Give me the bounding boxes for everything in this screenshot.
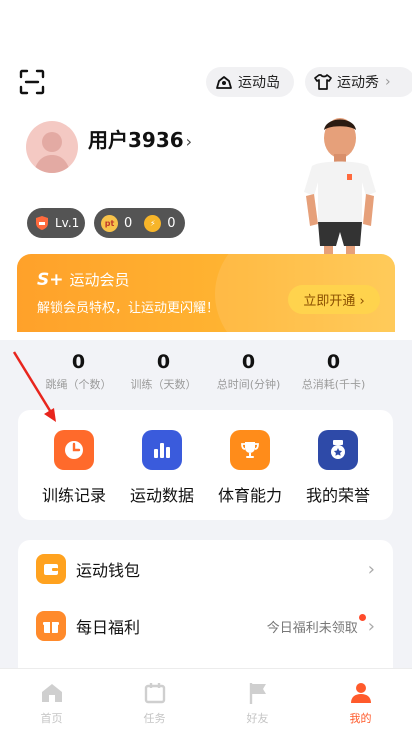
trophy-icon (230, 430, 270, 470)
tool-sport-data[interactable]: 运动数据 (118, 410, 206, 520)
stat-training-days[interactable]: 0 训练（天数） (121, 350, 206, 394)
calendar-icon (144, 683, 165, 704)
stat-label: 总时间(分钟) (216, 378, 281, 391)
username[interactable]: 用户3936 › (88, 124, 192, 153)
list-item-wallet[interactable]: 运动钱包 › (18, 541, 393, 597)
gift-icon (36, 611, 66, 641)
list-item-label: 每日福利 (76, 618, 141, 637)
tab-label: 我的 (349, 712, 372, 725)
unread-dot (358, 613, 366, 621)
stat-total-time[interactable]: 0 总时间(分钟) (206, 350, 291, 394)
avatar[interactable] (26, 121, 78, 173)
avatar-figure[interactable] (282, 108, 382, 278)
stat-value: 0 (241, 351, 256, 373)
stats-row: 0 跳绳（个数） 0 训练（天数） 0 总时间(分钟) 0 总消耗(千卡) (0, 350, 412, 394)
tab-home[interactable]: 首页 (0, 669, 103, 732)
tab-label: 好友 (246, 712, 269, 725)
sport-island-label: 运动岛 (238, 75, 280, 91)
list-item-daily-benefit[interactable]: 每日福利 今日福利未领取 › (18, 598, 393, 654)
tool-sport-ability[interactable]: 体育能力 (206, 410, 294, 520)
tab-tasks[interactable]: 任务 (103, 669, 206, 732)
coins-value: 0 (167, 215, 176, 231)
tab-label: 任务 (143, 712, 166, 725)
tab-label: 首页 (40, 712, 63, 725)
medal-icon (318, 430, 358, 470)
membership-subtitle: 解锁会员特权，让运动更闪耀！ (37, 301, 220, 316)
stat-value: 0 (71, 351, 86, 373)
shirt-icon (314, 74, 332, 90)
tab-mine[interactable]: 我的 (309, 669, 412, 732)
username-text: 用户3936 (88, 128, 184, 152)
bottom-tab-bar: 首页 任务 好友 我的 (0, 668, 412, 732)
tools-card: 训练记录 运动数据 体育能力 我的荣誉 (18, 410, 393, 520)
stat-total-calories[interactable]: 0 总消耗(千卡) (291, 350, 376, 394)
lightning-coin-icon: ⚡ (144, 214, 162, 232)
sport-island-button[interactable]: 运动岛 (206, 67, 294, 97)
sport-show-label: 运动秀 (337, 75, 379, 91)
stat-rope-count[interactable]: 0 跳绳（个数） (36, 350, 121, 394)
benefit-status-text: 今日福利未领取 (266, 620, 358, 636)
level-shield-icon (36, 216, 48, 230)
avatar-silhouette-icon (34, 132, 70, 173)
tool-training-record[interactable]: 训练记录 (30, 410, 118, 520)
chevron-right-icon: › (385, 74, 391, 90)
splus-logo: S+ (37, 269, 64, 290)
membership-title-text: 运动会员 (69, 271, 130, 289)
bar-chart-icon (142, 430, 182, 470)
tool-my-honor[interactable]: 我的荣誉 (294, 410, 382, 520)
stat-value: 0 (326, 351, 341, 373)
membership-banner[interactable]: S+ 运动会员 解锁会员特权，让运动更闪耀！ 立即开通 › (17, 254, 395, 332)
island-icon (216, 76, 232, 89)
flag-icon (249, 683, 266, 704)
chevron-right-icon: › (367, 615, 375, 637)
scan-icon[interactable] (18, 68, 46, 96)
tool-label: 运动数据 (129, 486, 194, 505)
stat-label: 跳绳（个数） (45, 378, 112, 391)
chevron-right-icon: › (185, 132, 193, 151)
chevron-right-icon: › (367, 558, 375, 580)
points-value: 0 (124, 215, 133, 231)
person-icon (350, 683, 371, 703)
list-item-label: 运动钱包 (76, 561, 141, 580)
benefit-status: 今日福利未领取 (266, 613, 366, 636)
settings-list: 运动钱包 › 每日福利 今日福利未领取 › (18, 540, 393, 680)
tab-friends[interactable]: 好友 (206, 669, 309, 732)
stat-label: 总消耗(千卡) (301, 378, 366, 391)
home-icon (41, 684, 62, 702)
tool-label: 体育能力 (217, 486, 282, 505)
level-text: Lv.1 (55, 216, 80, 230)
clock-icon (54, 430, 94, 470)
wallet-icon (36, 554, 66, 584)
points-badge[interactable]: pt 0 ⚡ 0 (94, 208, 185, 238)
open-membership-button[interactable]: 立即开通 › (288, 285, 380, 314)
membership-title: S+ 运动会员 (37, 269, 130, 290)
pt-coin-icon: pt (101, 214, 118, 232)
stat-value: 0 (156, 351, 171, 373)
sport-show-button[interactable]: 运动秀 › (305, 67, 412, 97)
stat-label: 训练（天数） (130, 378, 197, 391)
tool-label: 我的荣誉 (305, 486, 370, 505)
level-badge[interactable]: Lv.1 (27, 208, 85, 238)
tool-label: 训练记录 (41, 486, 106, 505)
